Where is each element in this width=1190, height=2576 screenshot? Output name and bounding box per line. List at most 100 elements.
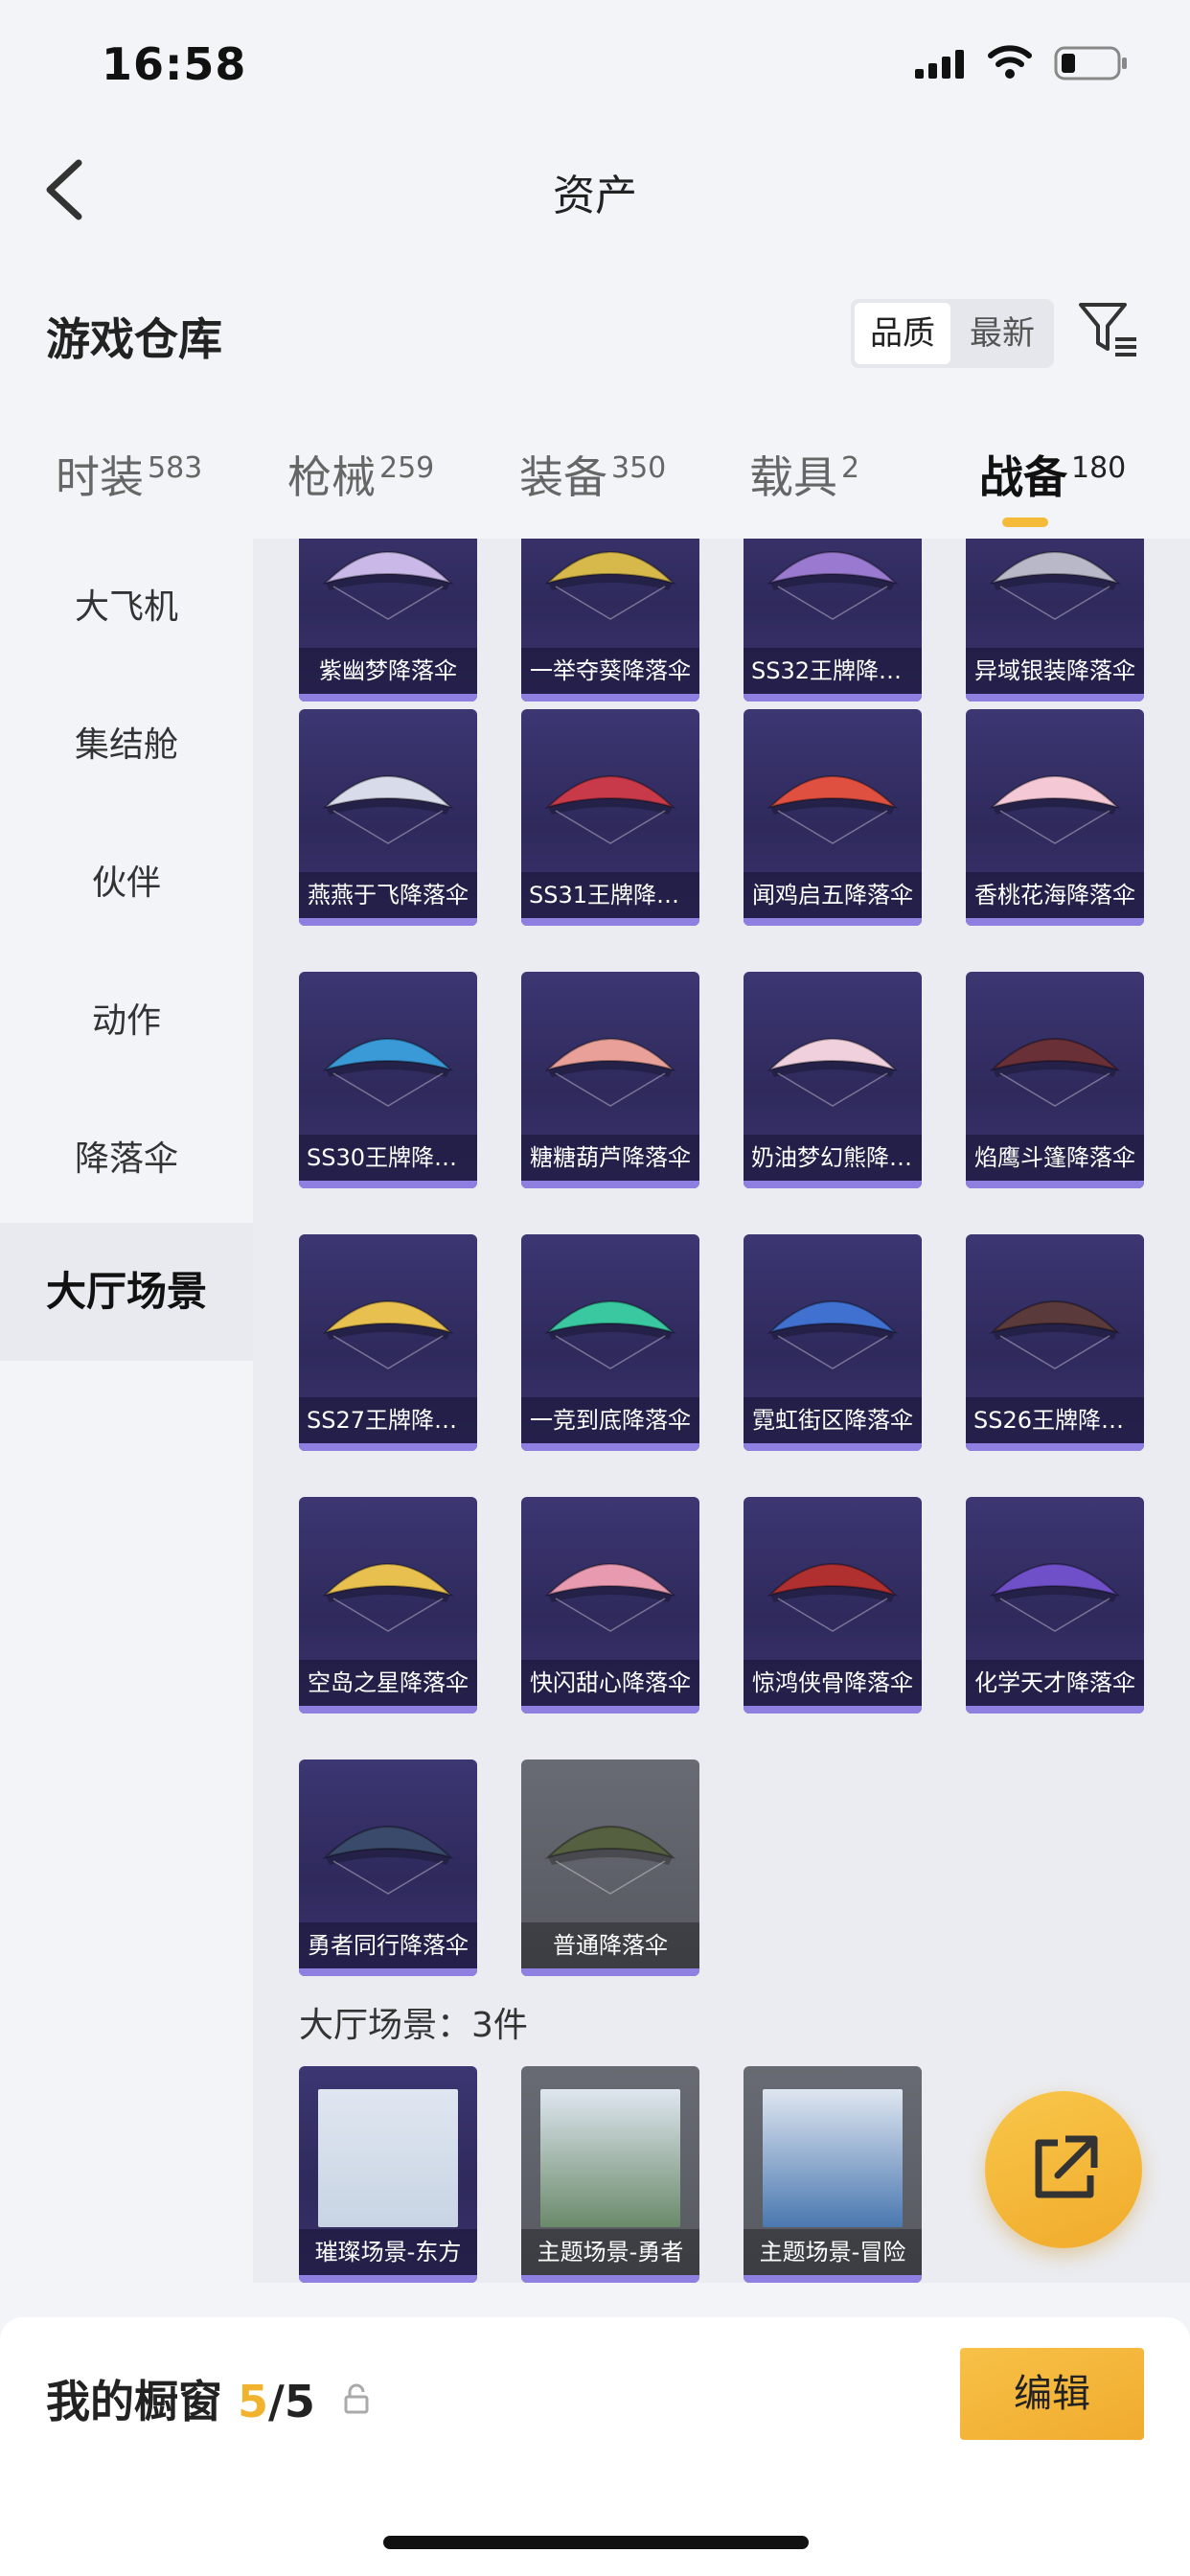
parachute-icon	[989, 551, 1121, 620]
parachute-icon	[322, 775, 454, 844]
item-card[interactable]: 燕燕于飞降落伞	[299, 709, 477, 926]
item-card[interactable]: 焰鹰斗篷降落伞	[966, 972, 1144, 1188]
wifi-icon	[988, 45, 1032, 79]
parachute-icon	[544, 1038, 676, 1107]
parachute-icon	[544, 1826, 676, 1895]
item-card[interactable]: 糖糖葫芦降落伞	[521, 972, 699, 1188]
item-label: SS30王牌降落伞	[299, 1135, 477, 1181]
status-time: 16:58	[102, 38, 247, 90]
sidebar-item-lobby-scene[interactable]: 大厅场景	[0, 1223, 253, 1361]
rarity-bar	[744, 1443, 922, 1451]
parachute-icon	[544, 551, 676, 620]
item-card[interactable]: 香桃花海降落伞	[966, 709, 1144, 926]
item-card[interactable]: 霓虹街区降落伞	[744, 1234, 922, 1451]
item-card[interactable]: 空岛之星降落伞	[299, 1497, 477, 1714]
share-button[interactable]	[985, 2091, 1142, 2248]
parachute-icon	[322, 1300, 454, 1369]
parachute-icon	[544, 1300, 676, 1369]
tab-guns[interactable]: 枪械 259	[287, 443, 434, 506]
rarity-bar	[299, 694, 477, 702]
filter-icon[interactable]	[1077, 299, 1140, 362]
item-label: 化学天才降落伞	[966, 1660, 1144, 1706]
sidebar-item-partner[interactable]: 伙伴	[0, 815, 253, 953]
item-card[interactable]: SS31王牌降落伞	[521, 709, 699, 926]
tab-vehicles[interactable]: 载具 2	[749, 443, 859, 506]
scene-section-label: 大厅场景：3件	[299, 2006, 528, 2045]
item-card[interactable]: SS27王牌降落伞	[299, 1234, 477, 1451]
item-card[interactable]: SS30王牌降落伞	[299, 972, 477, 1188]
sort-quality-button[interactable]: 品质	[855, 303, 950, 364]
parachute-icon	[767, 1038, 899, 1107]
scene-thumbnail	[763, 2089, 903, 2227]
item-label: 紫幽梦降落伞	[299, 648, 477, 694]
item-label: 一举夺葵降落伞	[521, 648, 699, 694]
item-card[interactable]: 一举夺葵降落伞	[521, 539, 699, 702]
item-label: 香桃花海降落伞	[966, 872, 1144, 918]
item-card[interactable]: 闻鸡启五降落伞	[744, 709, 922, 926]
item-label: 霓虹街区降落伞	[744, 1397, 922, 1443]
item-label: 一竞到底降落伞	[521, 1397, 699, 1443]
sidebar-item-capsule[interactable]: 集结舱	[0, 677, 253, 815]
item-card[interactable]: SS26王牌降落伞	[966, 1234, 1144, 1451]
scene-thumbnail	[318, 2089, 458, 2227]
item-card[interactable]: 勇者同行降落伞	[299, 1760, 477, 1976]
scene-card[interactable]: 主题场景-冒险	[744, 2066, 922, 2283]
item-label: SS31王牌降落伞	[521, 872, 699, 918]
parachute-icon	[767, 1563, 899, 1632]
rarity-bar	[744, 918, 922, 926]
item-label: 异域银装降落伞	[966, 648, 1144, 694]
rarity-bar	[966, 1181, 1144, 1188]
item-card[interactable]: 紫幽梦降落伞	[299, 539, 477, 702]
tab-fashion[interactable]: 时装 583	[56, 443, 202, 506]
parachute-icon	[989, 1300, 1121, 1369]
share-icon	[1035, 2135, 1098, 2198]
parachute-icon	[767, 1300, 899, 1369]
item-card[interactable]: 异域银装降落伞	[966, 539, 1144, 702]
tab-equipment[interactable]: 装备 350	[519, 443, 666, 506]
signal-icon	[915, 50, 964, 79]
item-label: SS32王牌降落伞	[744, 648, 922, 694]
rarity-bar	[521, 2275, 699, 2283]
item-label: 燕燕于飞降落伞	[299, 872, 477, 918]
edit-button[interactable]: 编辑	[960, 2348, 1144, 2440]
item-card[interactable]: 一竞到底降落伞	[521, 1234, 699, 1451]
item-label: 惊鸿侠骨降落伞	[744, 1660, 922, 1706]
item-label: 勇者同行降落伞	[299, 1922, 477, 1968]
showcase-current: 5	[238, 2376, 269, 2427]
sort-segmented-control: 品质 最新	[851, 299, 1054, 368]
category-sidebar: 大飞机 集结舱 伙伴 动作 降落伞 大厅场景	[0, 539, 253, 2283]
sidebar-item-parachute[interactable]: 降落伞	[0, 1091, 253, 1229]
rarity-bar	[966, 1443, 1144, 1451]
home-indicator	[383, 2536, 809, 2549]
lock-icon	[344, 2383, 369, 2414]
parachute-icon	[989, 1038, 1121, 1107]
parachute-icon	[322, 551, 454, 620]
item-card[interactable]: 普通降落伞	[521, 1760, 699, 1976]
item-label: 普通降落伞	[521, 1922, 699, 1968]
sidebar-item-plane[interactable]: 大飞机	[0, 539, 253, 677]
rarity-bar	[299, 2275, 477, 2283]
item-card[interactable]: 惊鸿侠骨降落伞	[744, 1497, 922, 1714]
item-card[interactable]: SS32王牌降落伞	[744, 539, 922, 702]
rarity-bar	[744, 2275, 922, 2283]
item-card[interactable]: 奶油梦幻熊降落伞	[744, 972, 922, 1188]
rarity-bar	[521, 694, 699, 702]
rarity-bar	[521, 1706, 699, 1714]
item-label: SS26王牌降落伞	[966, 1397, 1144, 1443]
warehouse-title: 游戏仓库	[46, 313, 222, 365]
page-title: 资产	[553, 172, 637, 220]
item-label: 空岛之星降落伞	[299, 1660, 477, 1706]
item-label: 奶油梦幻熊降落伞	[744, 1135, 922, 1181]
tab-supplies[interactable]: 战备 180	[979, 443, 1126, 506]
scene-card[interactable]: 主题场景-勇者	[521, 2066, 699, 2283]
rarity-bar	[521, 1968, 699, 1976]
sidebar-item-emote[interactable]: 动作	[0, 953, 253, 1091]
rarity-bar	[521, 918, 699, 926]
scene-card[interactable]: 璀璨场景-东方	[299, 2066, 477, 2283]
showcase-total: /5	[268, 2376, 315, 2427]
rarity-bar	[966, 918, 1144, 926]
rarity-bar	[521, 1181, 699, 1188]
item-card[interactable]: 化学天才降落伞	[966, 1497, 1144, 1714]
sort-newest-button[interactable]: 最新	[954, 303, 1050, 364]
item-card[interactable]: 快闪甜心降落伞	[521, 1497, 699, 1714]
